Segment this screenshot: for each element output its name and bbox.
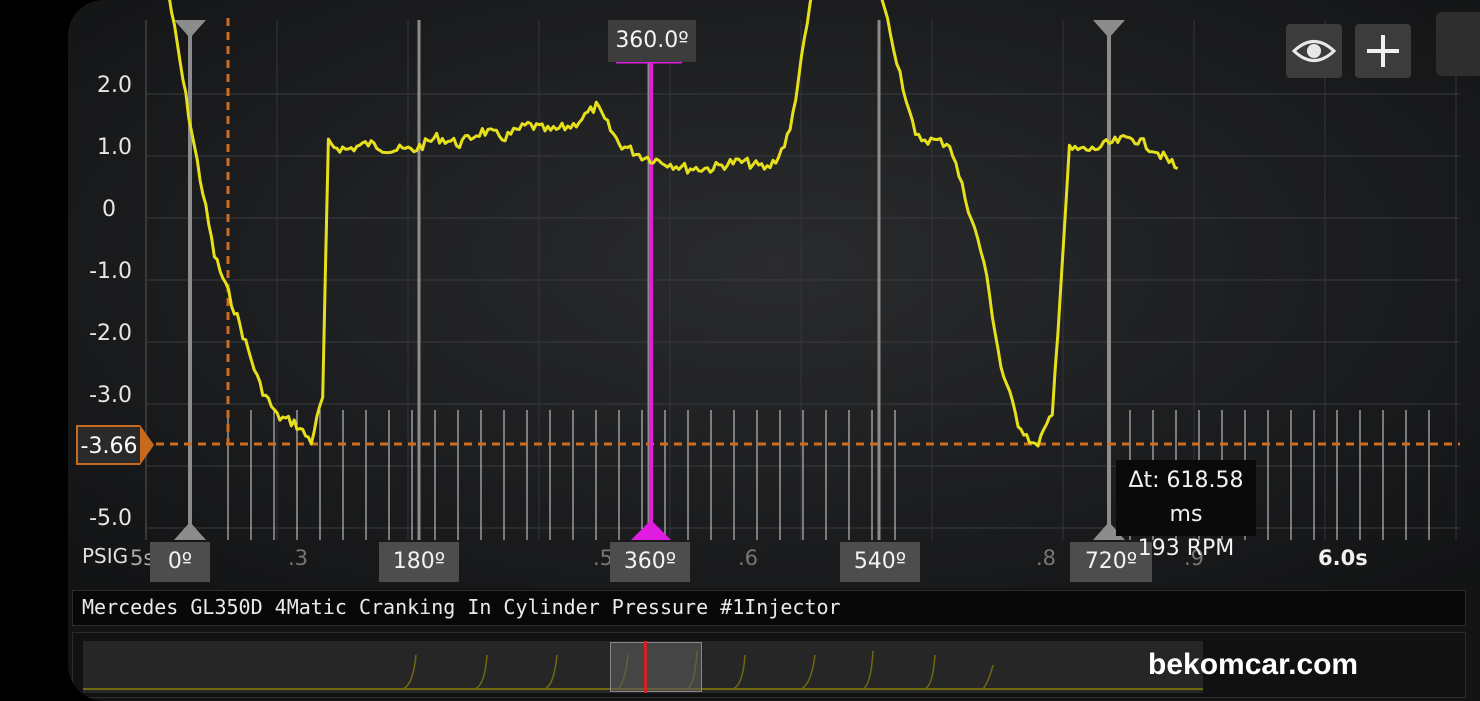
rpm-value: 193 RPM xyxy=(1137,536,1235,561)
degree-marker-540[interactable]: 540º xyxy=(840,542,920,582)
marker-handle-top-icon xyxy=(174,20,206,38)
plot-grid xyxy=(145,0,1460,540)
trace-title-bar: Mercedes GL350D 4Matic Cranking In Cylin… xyxy=(72,590,1466,626)
plus-icon xyxy=(1367,35,1399,67)
measurement-readout: Δt: 618.58 ms 193 RPM xyxy=(1116,460,1256,561)
y-tick-label: -5.0 xyxy=(89,506,132,531)
degree-marker-180[interactable]: 180º xyxy=(379,542,459,582)
y-axis-unit: PSIG xyxy=(82,544,129,568)
marker-handle-top-icon xyxy=(1093,20,1125,38)
x-tick-label: .3 xyxy=(288,546,309,570)
visibility-button[interactable] xyxy=(1286,24,1342,78)
add-button[interactable] xyxy=(1355,24,1411,78)
overview-window[interactable] xyxy=(610,642,702,692)
y-tick-label: 2.0 xyxy=(97,73,132,98)
eye-icon xyxy=(1291,40,1337,62)
cursor-value-label[interactable]: -3.66 xyxy=(76,425,140,465)
cursor-handle-icon[interactable] xyxy=(140,425,154,465)
y-tick-label: 1.0 xyxy=(97,135,132,160)
marker-handle-bottom-icon xyxy=(174,522,206,540)
x-tick-label: .6 xyxy=(738,546,759,570)
y-tick-label: -1.0 xyxy=(89,259,132,284)
overview-track[interactable] xyxy=(83,641,1203,693)
trace-title: Mercedes GL350D 4Matic Cranking In Cylin… xyxy=(82,595,841,619)
degree-marker-0[interactable]: 0º xyxy=(150,542,210,582)
x-tick-label: .8 xyxy=(1036,546,1057,570)
y-tick-label: -2.0 xyxy=(89,321,132,346)
pressure-trace-line xyxy=(168,0,1179,448)
degree-marker-360[interactable]: 360º xyxy=(610,542,690,582)
y-tick-label: 0 xyxy=(102,197,116,222)
watermark: bekomcar.com xyxy=(1148,648,1359,681)
delta-time: Δt: 618.58 ms xyxy=(1128,468,1244,527)
cursor-angle-label[interactable]: 360.0º xyxy=(608,20,696,62)
overview-playhead[interactable] xyxy=(644,641,647,693)
x-tick-label: 6.0s xyxy=(1318,546,1368,570)
scope-app: 2.0 1.0 0 -1.0 -2.0 -3.0 -5.0 PSIG 5s .3… xyxy=(68,0,1480,701)
side-menu-handle[interactable] xyxy=(1436,12,1480,76)
y-tick-label: -3.0 xyxy=(89,383,132,408)
